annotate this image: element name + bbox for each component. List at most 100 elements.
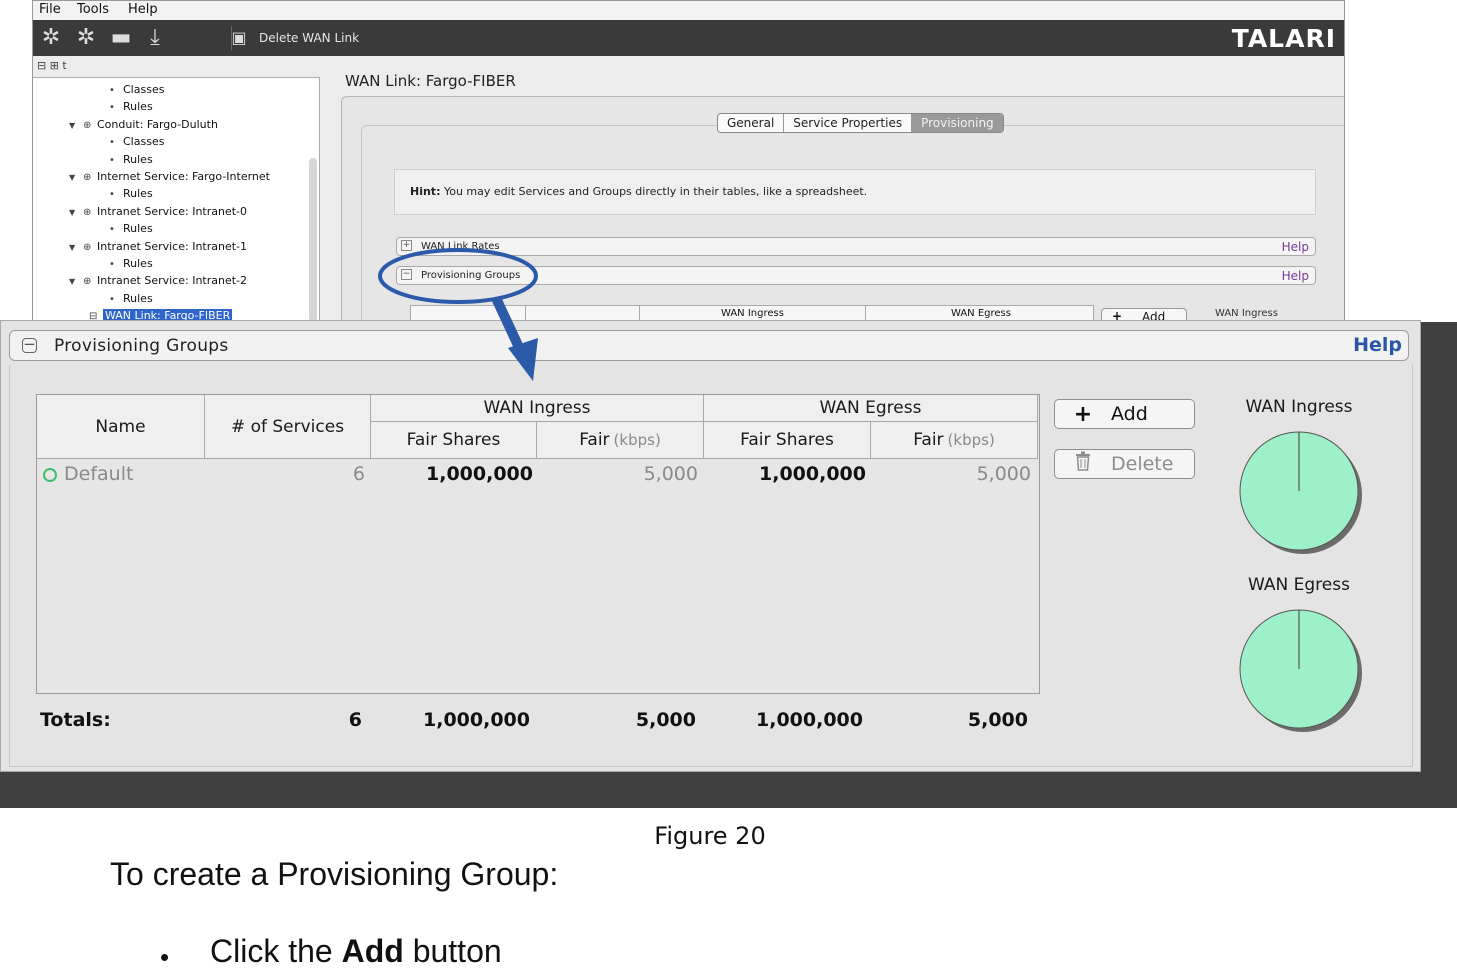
mini-ingress-label: WAN Ingress bbox=[1215, 308, 1278, 319]
row-ingress-fair-kbps[interactable]: 5,000 bbox=[537, 463, 698, 485]
gear-icon[interactable]: ✲ bbox=[72, 24, 100, 52]
tree-node[interactable]: • Rules bbox=[109, 257, 153, 272]
panel-title: Provisioning Groups bbox=[54, 336, 229, 356]
totals-services: 6 bbox=[348, 709, 362, 731]
wan-link-rates-section[interactable]: + WAN Link Rates Help bbox=[396, 237, 1316, 256]
service-icon: ⊕ bbox=[83, 172, 92, 183]
totals-ingress-fair-kbps: 5,000 bbox=[635, 709, 696, 731]
tree-node[interactable]: • Rules bbox=[109, 153, 153, 168]
row-egress-fair-kbps[interactable]: 5,000 bbox=[871, 463, 1031, 485]
tree-node-label: Intranet Service: Intranet-1 bbox=[97, 239, 248, 253]
expand-triangle-icon[interactable]: ▼ bbox=[69, 171, 83, 185]
delete-wan-link-button[interactable]: Delete WAN Link bbox=[259, 31, 359, 45]
backdrop bbox=[1420, 322, 1457, 808]
panel-header: − Provisioning Groups Help bbox=[9, 330, 1409, 361]
column-header-ingress-fair-shares[interactable]: Fair Shares bbox=[371, 422, 537, 459]
hint-box: Hint: You may edit Services and Groups d… bbox=[394, 169, 1316, 215]
mini-header-ingress: WAN Ingress bbox=[721, 308, 784, 319]
tree-node[interactable]: • Rules bbox=[109, 187, 153, 202]
row-services[interactable]: 6 bbox=[207, 463, 365, 485]
tree-node[interactable]: • Rules bbox=[109, 222, 153, 237]
bullet-icon: • bbox=[109, 293, 115, 305]
row-egress-fair-shares[interactable]: 1,000,000 bbox=[704, 463, 866, 485]
tree-node-label: Intranet Service: Intranet-2 bbox=[97, 274, 248, 288]
download-icon[interactable]: ⤓ bbox=[141, 24, 169, 52]
tree-node[interactable]: • Rules bbox=[109, 292, 153, 307]
menu-tools[interactable]: Tools bbox=[77, 2, 109, 17]
tree-node[interactable]: • Rules bbox=[109, 100, 153, 115]
tree-node[interactable]: ▼ ⊕ Conduit: Fargo-Duluth bbox=[69, 118, 218, 133]
table-row[interactable]: Default 6 1,000,000 5,000 1,000,000 5,00… bbox=[37, 461, 1038, 491]
delete-button[interactable]: Delete bbox=[1054, 449, 1195, 479]
tree-node-label: Classes bbox=[123, 83, 165, 96]
service-icon: ⊕ bbox=[83, 206, 92, 218]
bullet-icon: • bbox=[109, 154, 115, 166]
row-name[interactable]: Default bbox=[64, 463, 133, 485]
column-header-egress-fair-shares[interactable]: Fair Shares bbox=[704, 422, 871, 459]
bullet: • bbox=[160, 942, 170, 972]
column-header-services[interactable]: # of Services bbox=[205, 395, 371, 459]
column-header-egress-fair-kbps[interactable]: Fair (kbps) bbox=[871, 422, 1038, 459]
tab-provisioning[interactable]: Provisioning bbox=[912, 114, 1003, 132]
bullet-icon: • bbox=[109, 224, 115, 236]
section-label: Provisioning Groups bbox=[421, 270, 521, 281]
tree-node-label: Rules bbox=[123, 187, 153, 201]
expand-triangle-icon[interactable]: ▼ bbox=[69, 206, 83, 220]
tree-node[interactable]: ▼ ⊕ Intranet Service: Intranet-2 bbox=[69, 274, 247, 289]
help-link[interactable]: Help bbox=[1353, 334, 1402, 356]
provisioning-groups-table: Name # of Services WAN Ingress WAN Egres… bbox=[36, 394, 1040, 694]
mini-header-egress: WAN Egress bbox=[951, 308, 1011, 319]
toolbar: ✲ ✲ ▬ ⤓ ▣ Delete WAN Link TALARI bbox=[33, 20, 1344, 56]
tree-node-label: Classes bbox=[123, 135, 165, 149]
tree-node-label: Rules bbox=[123, 152, 153, 166]
gear-add-icon[interactable]: ✲ bbox=[37, 24, 65, 52]
trash-icon bbox=[1055, 451, 1111, 477]
folder-icon[interactable]: ▬ bbox=[107, 24, 135, 52]
tree-node[interactable]: ▼ ⊕ Internet Service: Fargo-Internet bbox=[69, 170, 270, 185]
totals-egress-fair-shares: 1,000,000 bbox=[756, 709, 863, 731]
tree-scrollbar[interactable] bbox=[309, 158, 317, 321]
column-header-name[interactable]: Name bbox=[37, 395, 205, 459]
help-link[interactable]: Help bbox=[1282, 269, 1309, 283]
tree-node[interactable]: ▼ ⊕ Intranet Service: Intranet-0 bbox=[69, 205, 247, 220]
delete-link-icon[interactable]: ▣ bbox=[225, 24, 253, 52]
menu-help[interactable]: Help bbox=[128, 2, 158, 17]
tab-general[interactable]: General bbox=[718, 114, 785, 132]
wan-egress-chart-label: WAN Egress bbox=[1248, 575, 1350, 595]
status-indicator-icon bbox=[43, 468, 57, 482]
provisioning-groups-section[interactable]: − Provisioning Groups Help bbox=[396, 266, 1316, 285]
service-icon: ⊕ bbox=[83, 119, 92, 131]
collapse-icon[interactable]: − bbox=[401, 269, 412, 280]
add-button[interactable]: + Add bbox=[1054, 399, 1195, 429]
help-link[interactable]: Help bbox=[1282, 240, 1309, 254]
tree-node-label: Intranet Service: Intranet-0 bbox=[97, 204, 248, 218]
tree-node-label: Internet Service: Fargo-Internet bbox=[97, 170, 270, 183]
expand-triangle-icon[interactable]: ▼ bbox=[69, 119, 83, 133]
tree-node-label: Rules bbox=[123, 222, 153, 236]
step-text-bold: Add bbox=[341, 933, 404, 969]
step-text-pre: Click the bbox=[210, 933, 342, 969]
bullet-icon: • bbox=[109, 137, 115, 149]
bullet-icon: • bbox=[109, 85, 115, 96]
provisioning-frame bbox=[361, 125, 1344, 321]
row-ingress-fair-shares[interactable]: 1,000,000 bbox=[373, 463, 533, 485]
tree-node-label: Conduit: Fargo-Duluth bbox=[97, 117, 218, 131]
tree-toolbar[interactable]: ⊟ ⊞ t bbox=[37, 59, 67, 72]
collapse-icon[interactable]: − bbox=[22, 337, 37, 353]
tree-node[interactable]: ▼ ⊕ Intranet Service: Intranet-1 bbox=[69, 240, 247, 255]
column-header-ingress-fair-kbps[interactable]: Fair (kbps) bbox=[537, 422, 704, 459]
menu-file[interactable]: File bbox=[39, 2, 61, 17]
wan-ingress-pie-chart bbox=[1239, 431, 1362, 554]
add-button-label: Add bbox=[1111, 403, 1148, 425]
tree-node[interactable]: • Classes bbox=[109, 83, 164, 98]
expand-icon[interactable]: + bbox=[401, 240, 412, 251]
tree-node[interactable]: • Classes bbox=[109, 135, 164, 150]
brand-logo: TALARI bbox=[1231, 24, 1336, 53]
expand-triangle-icon[interactable]: ▼ bbox=[69, 241, 83, 255]
tab-service-properties[interactable]: Service Properties bbox=[784, 114, 913, 132]
section-label: WAN Link Rates bbox=[421, 241, 500, 252]
tree-node-label: Rules bbox=[123, 291, 153, 305]
expand-triangle-icon[interactable]: ▼ bbox=[69, 275, 83, 289]
totals-egress-fair-kbps: 5,000 bbox=[967, 709, 1028, 731]
totals-ingress-fair-shares: 1,000,000 bbox=[423, 709, 530, 731]
